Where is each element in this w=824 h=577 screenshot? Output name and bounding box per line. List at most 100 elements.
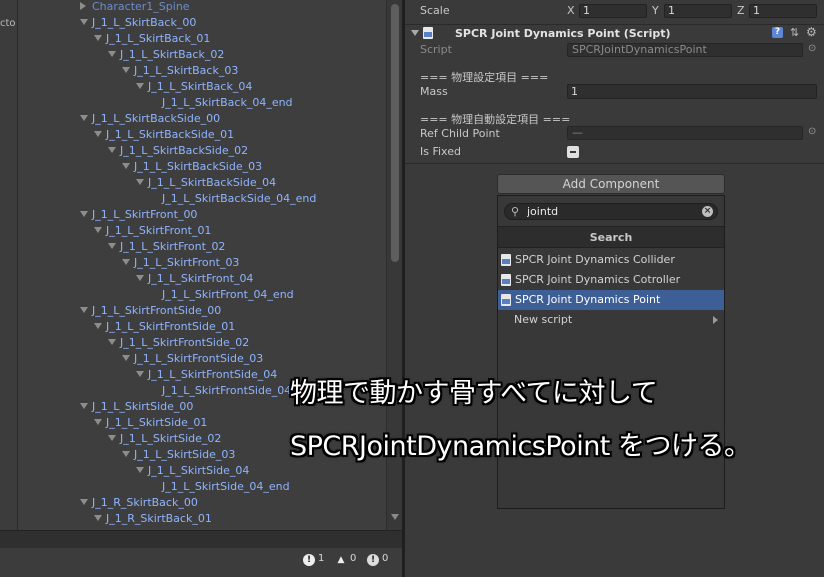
scroll-down-arrow-icon[interactable] <box>391 514 399 520</box>
console-warning-count[interactable]: ▲ 0 <box>335 552 357 566</box>
gear-icon[interactable]: ⚙ <box>806 25 817 39</box>
hierarchy-item[interactable]: J_1_L_SkirtBack_01 <box>94 31 210 47</box>
component-result-item[interactable]: SPCR Joint Dynamics Point <box>498 290 724 310</box>
scale-z-label[interactable]: Z <box>737 4 745 17</box>
hierarchy-item[interactable]: J_1_L_SkirtBackSide_00 <box>80 111 220 127</box>
hierarchy-item[interactable]: J_1_L_SkirtFront_04 <box>136 271 253 287</box>
new-script-item[interactable]: New script <box>498 310 724 330</box>
expand-arrow-icon[interactable] <box>80 403 88 409</box>
hierarchy-item[interactable]: J_1_L_SkirtSide_04 <box>136 463 249 479</box>
hierarchy-item[interactable]: Character1_Spine <box>80 0 190 15</box>
expand-arrow-icon[interactable] <box>94 323 102 329</box>
hierarchy-item[interactable]: J_1_L_SkirtBack_03 <box>122 63 238 79</box>
hierarchy-item[interactable]: J_1_L_SkirtSide_04_end <box>162 479 290 495</box>
hierarchy-item[interactable]: J_1_L_SkirtFront_03 <box>122 255 239 271</box>
component-result-label: SPCR Joint Dynamics Point <box>515 293 661 306</box>
scale-x-field[interactable]: 1 <box>579 4 647 18</box>
hierarchy-item[interactable]: J_1_L_SkirtFrontSide_02 <box>108 335 249 351</box>
hierarchy-item[interactable]: J_1_L_SkirtFrontSide_01 <box>94 319 235 335</box>
expand-arrow-icon[interactable] <box>122 355 130 361</box>
hierarchy-item[interactable]: J_1_L_SkirtSide_00 <box>80 399 193 415</box>
expand-arrow-icon[interactable] <box>108 339 116 345</box>
expand-arrow-icon[interactable] <box>136 179 144 185</box>
hierarchy-item[interactable]: J_1_L_SkirtBack_04 <box>136 79 252 95</box>
ref-child-picker-icon[interactable]: ⊙ <box>808 126 816 137</box>
expand-arrow-icon[interactable] <box>94 227 102 233</box>
expand-arrow-icon[interactable] <box>94 131 102 137</box>
component-result-item[interactable]: SPCR Joint Dynamics Cotroller <box>498 270 724 290</box>
expand-arrow-icon[interactable] <box>80 115 88 121</box>
hierarchy-item[interactable]: J_1_L_SkirtBack_02 <box>108 47 224 63</box>
hierarchy-item[interactable]: J_1_R_SkirtBack_01 <box>94 511 212 527</box>
console-bar <box>0 530 402 548</box>
hierarchy-item[interactable]: J_1_L_SkirtSide_03 <box>122 447 235 463</box>
scale-x-label[interactable]: X <box>567 4 575 17</box>
expand-arrow-icon[interactable] <box>108 147 116 153</box>
mass-field[interactable]: 1 <box>567 84 817 99</box>
hierarchy-item[interactable]: J_1_R_SkirtBack_00 <box>80 495 198 511</box>
hierarchy-item[interactable]: J_1_L_SkirtBackSide_02 <box>108 143 248 159</box>
preset-icon[interactable]: ⇅ <box>790 26 799 39</box>
search-input[interactable] <box>527 205 687 218</box>
hierarchy-item[interactable]: J_1_L_SkirtBackSide_04_end <box>162 191 316 207</box>
physics-settings-header: === 物理設定項目 === <box>420 71 549 84</box>
component-result-item[interactable]: SPCR Joint Dynamics Collider <box>498 250 724 270</box>
component-result-label: SPCR Joint Dynamics Cotroller <box>515 273 681 286</box>
expand-arrow-icon[interactable] <box>80 499 88 505</box>
expand-arrow-icon[interactable] <box>136 275 144 281</box>
hierarchy-item-label: J_1_L_SkirtFrontSide_00 <box>92 304 222 317</box>
expand-arrow-icon[interactable] <box>122 451 130 457</box>
console-message-count[interactable]: ! 0 <box>367 552 388 566</box>
hierarchy-scrollbar-thumb[interactable] <box>391 4 399 262</box>
expand-arrow-icon[interactable] <box>122 67 130 73</box>
hierarchy-item-label: J_1_L_SkirtBack_02 <box>120 48 225 61</box>
expand-arrow-icon[interactable] <box>94 35 102 41</box>
error-icon: ! <box>303 554 315 566</box>
collapse-arrow-icon[interactable] <box>80 2 86 10</box>
hierarchy-item[interactable]: J_1_L_SkirtSide_01 <box>94 415 207 431</box>
hierarchy-item-label: J_1_L_SkirtFrontSide_02 <box>120 336 250 349</box>
hierarchy-item[interactable]: J_1_L_SkirtFront_00 <box>80 207 197 223</box>
hierarchy-item[interactable]: J_1_L_SkirtFrontSide_04 <box>136 367 277 383</box>
hierarchy-item[interactable]: J_1_L_SkirtSide_02 <box>108 431 221 447</box>
mass-label: Mass <box>420 85 448 98</box>
expand-arrow-icon[interactable] <box>136 83 144 89</box>
expand-arrow-icon[interactable] <box>136 371 144 377</box>
hierarchy-item-label: Character1_Spine <box>92 0 190 13</box>
hierarchy-item[interactable]: J_1_L_SkirtFrontSide_03 <box>122 351 263 367</box>
hierarchy-item[interactable]: J_1_L_SkirtFront_02 <box>108 239 225 255</box>
hierarchy-item-label: J_1_L_SkirtSide_01 <box>106 416 208 429</box>
expand-arrow-icon[interactable] <box>80 19 88 25</box>
is-fixed-checkbox[interactable] <box>567 146 579 158</box>
expand-arrow-icon[interactable] <box>94 515 102 521</box>
hierarchy-item[interactable]: J_1_L_SkirtFront_04_end <box>162 287 294 303</box>
ref-child-point-field[interactable]: — <box>567 126 803 140</box>
clear-search-icon[interactable]: × <box>702 206 713 217</box>
help-icon[interactable]: ? <box>772 27 783 38</box>
hierarchy-item[interactable]: J_1_L_SkirtBackSide_01 <box>94 127 234 143</box>
hierarchy-item[interactable]: J_1_L_SkirtBack_00 <box>80 15 196 31</box>
hierarchy-item[interactable]: J_1_L_SkirtBackSide_03 <box>122 159 262 175</box>
hierarchy-item[interactable]: J_1_L_SkirtFront_01 <box>94 223 211 239</box>
expand-arrow-icon[interactable] <box>108 435 116 441</box>
hierarchy-item[interactable]: J_1_L_SkirtBack_04_end <box>162 95 293 111</box>
component-fold-icon[interactable] <box>411 30 419 36</box>
console-error-count[interactable]: ! 1 <box>303 552 324 566</box>
expand-arrow-icon[interactable] <box>80 211 88 217</box>
expand-arrow-icon[interactable] <box>108 243 116 249</box>
add-component-button[interactable]: Add Component <box>497 174 725 194</box>
expand-arrow-icon[interactable] <box>108 51 116 57</box>
scale-y-label[interactable]: Y <box>652 4 659 17</box>
expand-arrow-icon[interactable] <box>136 467 144 473</box>
expand-arrow-icon[interactable] <box>80 307 88 313</box>
search-box[interactable]: ⚲ × <box>504 203 718 220</box>
hierarchy-item[interactable]: J_1_L_SkirtFrontSide_00 <box>80 303 221 319</box>
script-label: Script <box>420 43 452 56</box>
expand-arrow-icon[interactable] <box>94 419 102 425</box>
scale-z-field[interactable]: 1 <box>749 4 817 18</box>
expand-arrow-icon[interactable] <box>122 163 130 169</box>
hierarchy-item[interactable]: J_1_L_SkirtBackSide_04 <box>136 175 276 191</box>
hierarchy-item-label: J_1_L_SkirtFrontSide_01 <box>106 320 236 333</box>
expand-arrow-icon[interactable] <box>122 259 130 265</box>
scale-y-field[interactable]: 1 <box>664 4 732 18</box>
